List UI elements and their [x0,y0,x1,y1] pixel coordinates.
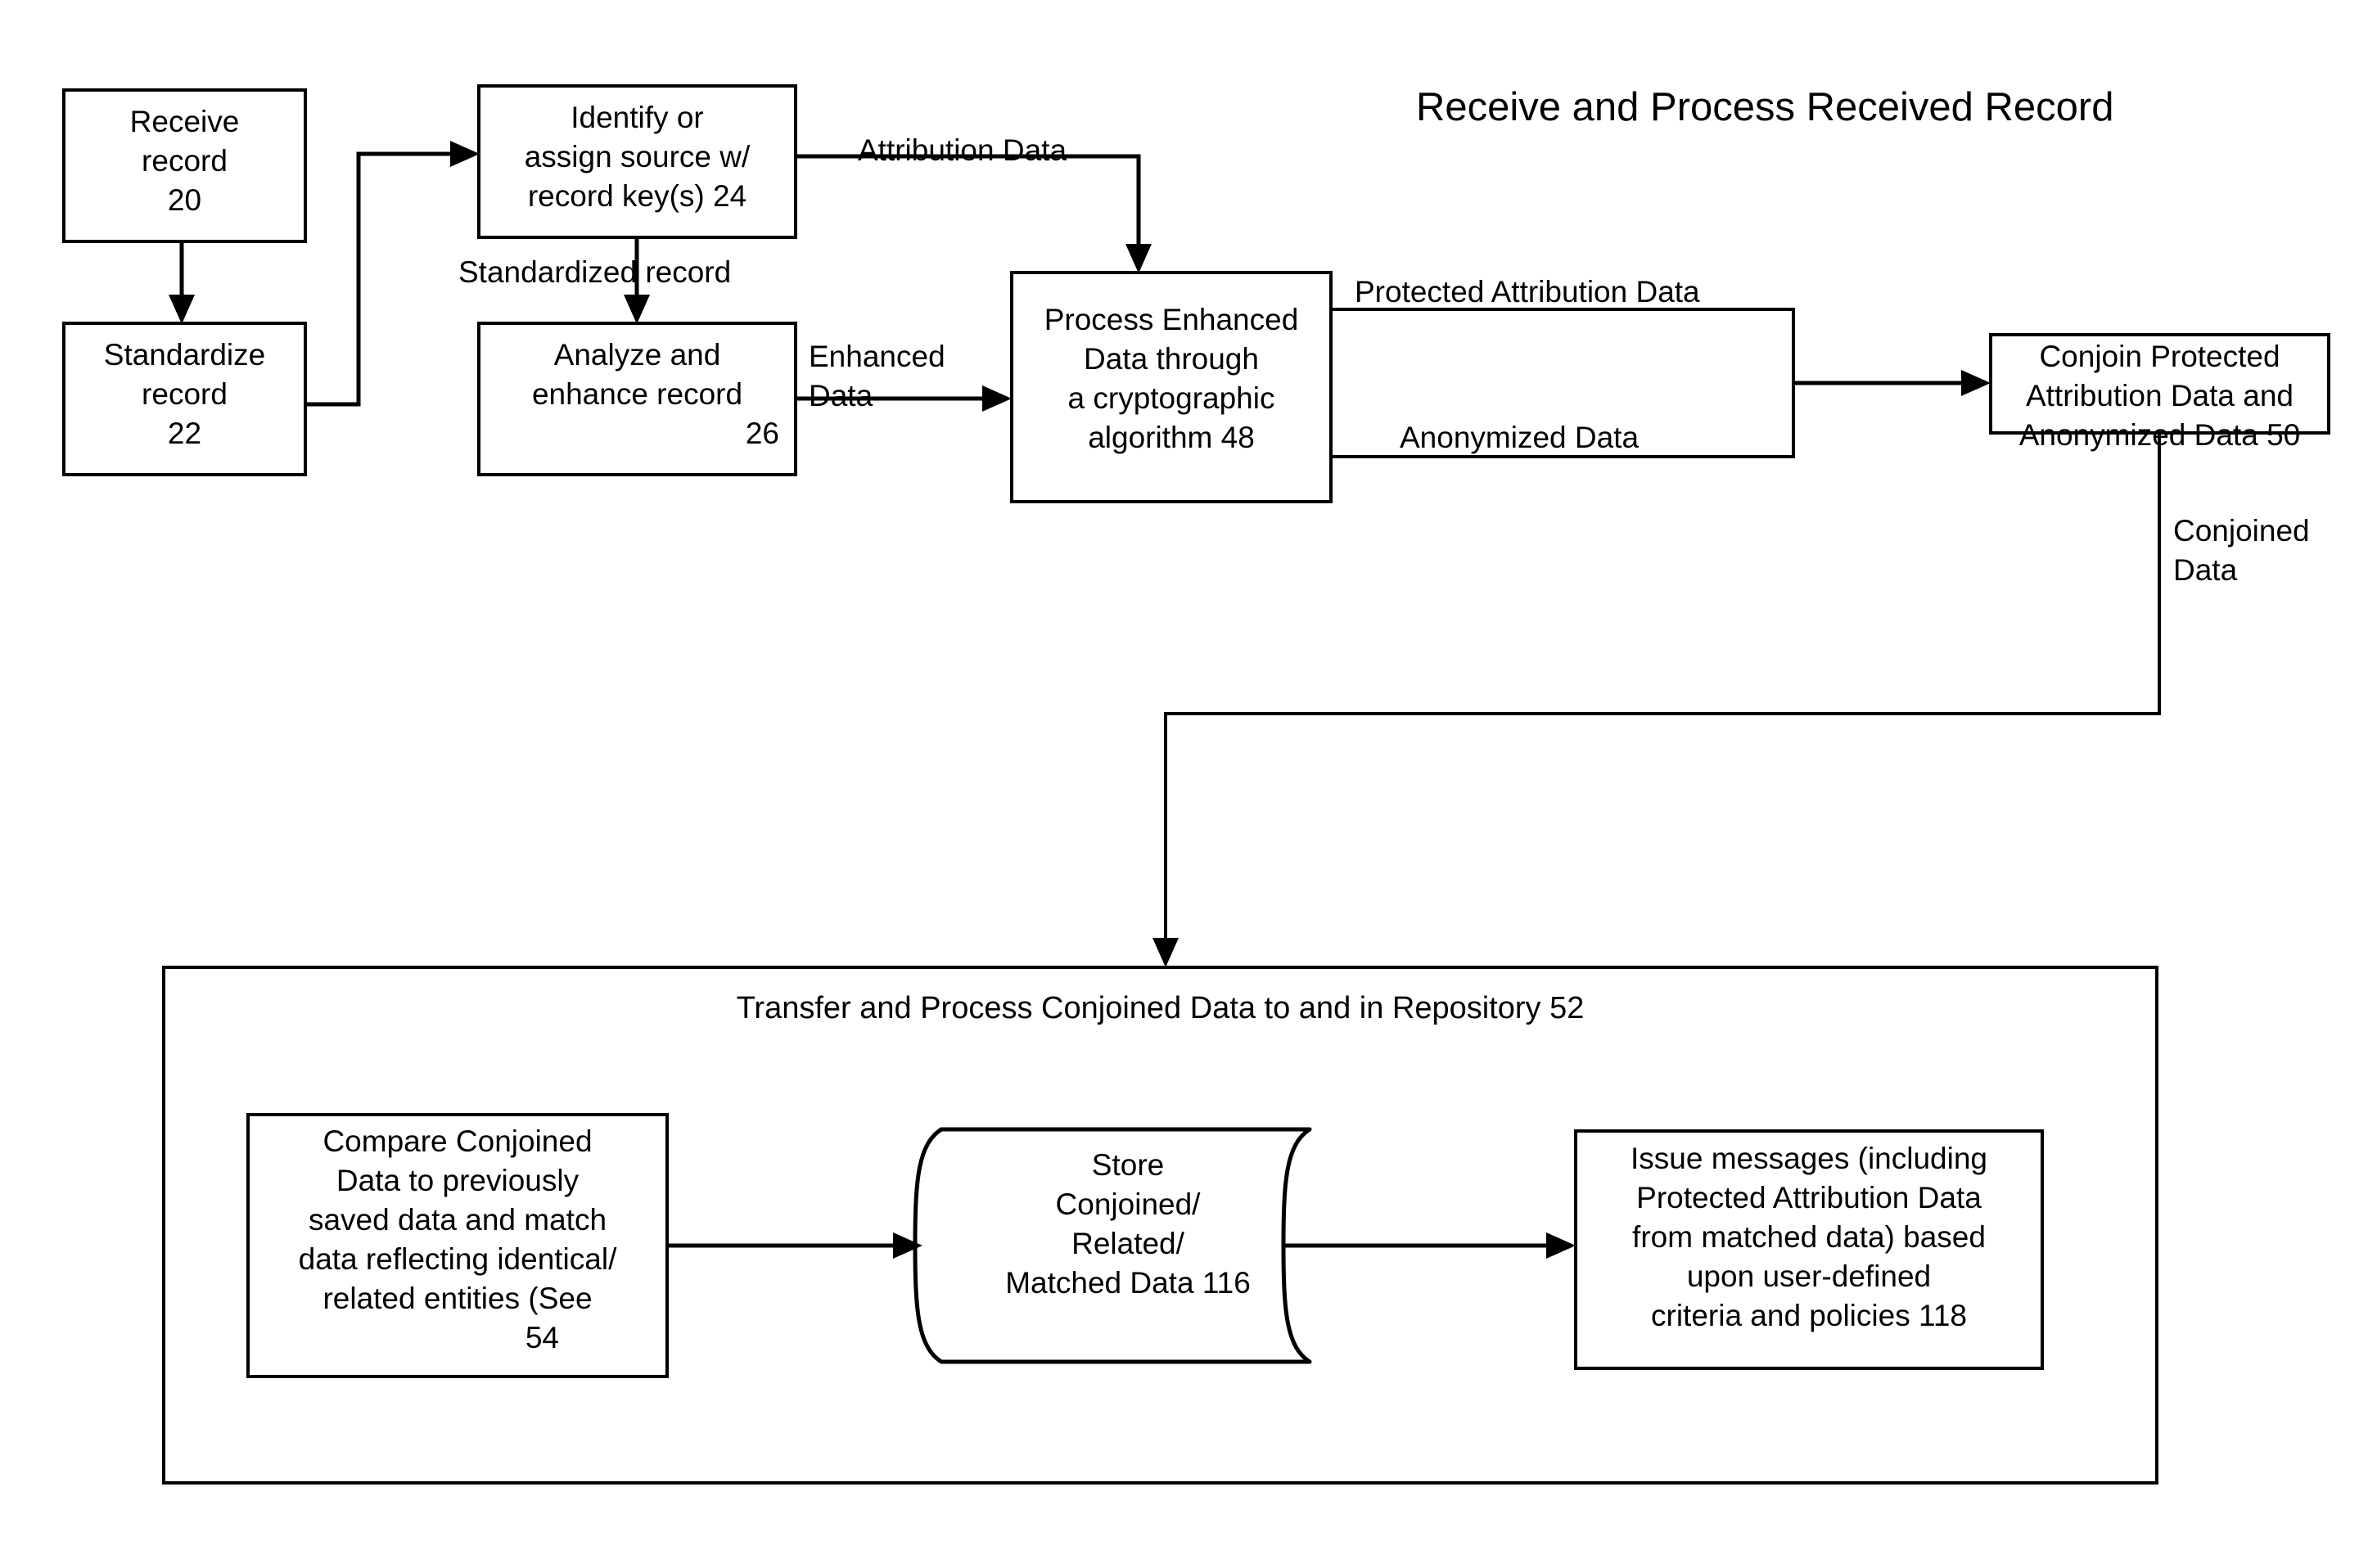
edge-label-anonymized-data: Anonymized Data [1400,421,1640,454]
page-title: Receive and Process Received Record [1416,85,2114,129]
connector-standardize-to-identify [305,151,460,407]
edge-label-enhanced-data: Enhanced Data [809,340,945,413]
node-standardize-record-label: Standardize record 22 [103,338,266,451]
node-identify-assign-source-label: Identify or assign source w/ record key(… [524,101,751,214]
arrowhead-standardize-to-identify [450,141,480,167]
edge-label-attribution-data: Attribution Data [858,133,1067,167]
node-process-enhanced-label: Process Enhanced Data through a cryptogr… [1044,303,1299,455]
arrowhead-conjoin-to-repository [1152,938,1179,967]
node-compare-conjoined-label: Compare Conjoined Data to previously sav… [298,1124,617,1316]
repository-container-title: Transfer and Process Conjoined Data to a… [736,991,1585,1025]
node-store-data-label: Store Conjoined/ Related/ Matched Data 1… [1005,1148,1251,1300]
edge-label-protected-attribution-data: Protected Attribution Data [1355,275,1700,309]
connector-identify-to-process [796,154,1141,254]
node-analyze-enhance-record-number: 26 [745,417,779,450]
arrowhead-identify-to-analyze [624,295,650,324]
node-issue-messages-label: Issue messages (including Protected Attr… [1631,1142,1987,1333]
edge-label-standardized-record: Standardized record [458,255,732,289]
node-compare-conjoined-number: 54 [525,1321,559,1354]
connector-conjoin-to-repository [1164,433,2161,948]
arrowhead-bracket-to-conjoin [1961,370,1991,396]
arrowhead-store-to-issue [1546,1232,1576,1259]
edge-label-conjoined-data: Conjoined Data [2173,514,2310,588]
node-receive-record-label: Receive record 20 [129,105,240,218]
node-conjoin-label: Conjoin Protected Attribution Data and A… [2018,340,2301,453]
node-analyze-enhance-record-label: Analyze and enhance record [531,338,743,412]
arrowhead-identify-to-process [1125,244,1152,273]
flowchart-canvas: Receive and Process Received Record Rece… [0,0,2359,1568]
arrowhead-receive-to-standardize [169,295,195,324]
